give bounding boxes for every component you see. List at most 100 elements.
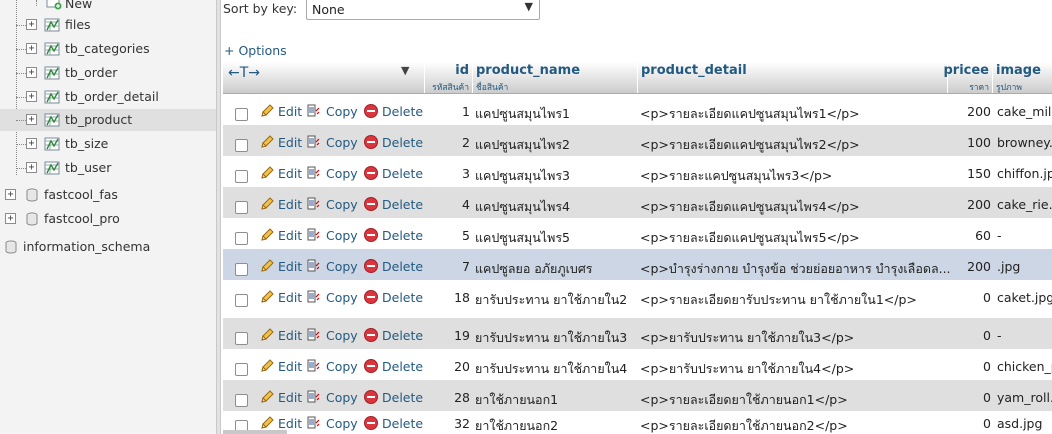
nav-table-item[interactable]: + files <box>0 14 216 36</box>
delete-icon[interactable] <box>363 134 379 150</box>
copy-link[interactable]: Copy <box>326 390 358 405</box>
edit-link[interactable]: Edit <box>278 166 302 181</box>
row-checkbox[interactable] <box>235 170 248 183</box>
nav-item-new[interactable]: New <box>0 0 216 14</box>
row-checkbox[interactable] <box>235 139 248 152</box>
nav-table-item[interactable]: + tb_order_detail <box>0 86 216 108</box>
expand-icon[interactable]: + <box>26 43 37 54</box>
copy-link[interactable]: Copy <box>326 135 358 150</box>
row-checkbox[interactable] <box>235 232 248 245</box>
edit-link[interactable]: Edit <box>278 359 302 374</box>
pencil-icon[interactable] <box>259 358 275 374</box>
delete-link[interactable]: Delete <box>382 166 423 181</box>
expand-icon[interactable]: + <box>5 213 16 224</box>
delete-icon[interactable] <box>363 415 379 431</box>
copy-link[interactable]: Copy <box>326 359 358 374</box>
delete-icon[interactable] <box>363 327 379 343</box>
nav-database-item[interactable]: + fastcool_fas <box>0 184 216 206</box>
table-row[interactable]: Edit Copy Delete 28 ยาใช้ภายนอก1 <p>รายละเอีย… <box>223 380 1052 411</box>
table-row[interactable]: Edit Copy Delete 18 ยารับประทาน ยาใช้ภายใน2 <… <box>223 280 1052 318</box>
delete-link[interactable]: Delete <box>382 416 423 431</box>
edit-link[interactable]: Edit <box>278 390 302 405</box>
column-sort-dropdown-icon[interactable]: ▼ <box>401 64 409 77</box>
pencil-icon[interactable] <box>259 103 275 119</box>
delete-link[interactable]: Delete <box>382 328 423 343</box>
table-row[interactable]: Edit Copy Delete 19 ยารับประทาน ยาใช้ภายใน3 <… <box>223 318 1052 349</box>
delete-icon[interactable] <box>363 358 379 374</box>
delete-link[interactable]: Delete <box>382 359 423 374</box>
edit-link[interactable]: Edit <box>278 104 302 119</box>
row-checkbox[interactable] <box>235 108 248 121</box>
delete-icon[interactable] <box>363 165 379 181</box>
row-checkbox[interactable] <box>235 332 248 345</box>
copy-link[interactable]: Copy <box>326 259 358 274</box>
expand-icon[interactable]: + <box>26 138 37 149</box>
table-row[interactable]: Edit Copy Delete 7 แคปซูลยอ อภัยภูเบศร <p>บำร… <box>223 249 1052 280</box>
copy-icon[interactable] <box>306 258 322 274</box>
table-row[interactable]: Edit Copy Delete 20 ยารับประทาน ยาใช้ภายใน4 <… <box>223 349 1052 380</box>
expand-icon[interactable]: + <box>26 114 37 125</box>
edit-link[interactable]: Edit <box>278 135 302 150</box>
delete-link[interactable]: Delete <box>382 197 423 212</box>
options-toggle-link[interactable]: + Options <box>224 43 287 58</box>
table-row[interactable]: Edit Copy Delete 3 แคปซูนสมุนไพร3 <p>รายละแคป… <box>223 156 1052 187</box>
copy-link[interactable]: Copy <box>326 166 358 181</box>
nav-table-item[interactable]: + tb_categories <box>0 38 216 60</box>
pencil-icon[interactable] <box>259 196 275 212</box>
row-checkbox[interactable] <box>235 201 248 214</box>
header-pricee[interactable]: pricee ราคา <box>943 62 993 93</box>
expand-icon[interactable]: + <box>26 91 37 102</box>
edit-link[interactable]: Edit <box>278 197 302 212</box>
copy-link[interactable]: Copy <box>326 104 358 119</box>
copy-link[interactable]: Copy <box>326 197 358 212</box>
delete-link[interactable]: Delete <box>382 228 423 243</box>
expand-icon[interactable]: + <box>26 162 37 173</box>
header-product-detail[interactable]: product_detail <box>638 62 948 93</box>
nav-table-item[interactable]: + tb_size <box>0 133 216 155</box>
row-checkbox[interactable] <box>235 394 248 407</box>
table-row[interactable]: Edit Copy Delete 4 แคปซูนสมุนไพร4 <p>รายละเอี… <box>223 187 1052 218</box>
nav-database-item[interactable]: + fastcool_pro <box>0 208 216 230</box>
delete-icon[interactable] <box>363 227 379 243</box>
delete-icon[interactable] <box>363 389 379 405</box>
pencil-icon[interactable] <box>259 415 275 431</box>
copy-icon[interactable] <box>306 358 322 374</box>
table-row[interactable]: Edit Copy Delete 32 ยาใช้ภายนอก2 <p>รายละเอีย… <box>223 411 1052 433</box>
pencil-icon[interactable] <box>259 134 275 150</box>
row-checkbox[interactable] <box>235 294 248 307</box>
edit-link[interactable]: Edit <box>278 259 302 274</box>
edit-link[interactable]: Edit <box>278 328 302 343</box>
copy-icon[interactable] <box>306 415 322 431</box>
delete-link[interactable]: Delete <box>382 135 423 150</box>
copy-icon[interactable] <box>306 327 322 343</box>
row-checkbox[interactable] <box>235 363 248 376</box>
nav-table-item[interactable]: + tb_order <box>0 62 216 84</box>
edit-link[interactable]: Edit <box>278 228 302 243</box>
delete-icon[interactable] <box>363 258 379 274</box>
nav-table-item[interactable]: + tb_user <box>0 157 216 179</box>
table-row[interactable]: Edit Copy Delete 5 แคปซูนสมุนไพร5 <p>รายละเอี… <box>223 218 1052 249</box>
copy-icon[interactable] <box>306 196 322 212</box>
delete-link[interactable]: Delete <box>382 259 423 274</box>
column-nav-arrows-icon[interactable]: ←T→ <box>228 65 260 81</box>
table-row[interactable]: Edit Copy Delete 2 แคปซูนสมุนไพร2 <p>รายละเอี… <box>223 125 1052 156</box>
table-row[interactable]: Edit Copy Delete 1 แคปซูนสมุนไพร1 <p>รายละเอี… <box>223 94 1052 125</box>
expand-icon[interactable]: + <box>26 67 37 78</box>
header-image[interactable]: image รูปภาพ <box>993 62 1052 93</box>
pencil-icon[interactable] <box>259 327 275 343</box>
pencil-icon[interactable] <box>259 289 275 305</box>
copy-link[interactable]: Copy <box>326 290 358 305</box>
pencil-icon[interactable] <box>259 165 275 181</box>
copy-icon[interactable] <box>306 389 322 405</box>
delete-icon[interactable] <box>363 196 379 212</box>
delete-link[interactable]: Delete <box>382 390 423 405</box>
copy-icon[interactable] <box>306 103 322 119</box>
edit-link[interactable]: Edit <box>278 290 302 305</box>
edit-link[interactable]: Edit <box>278 416 302 431</box>
nav-database-item[interactable]: information_schema <box>0 236 216 258</box>
copy-icon[interactable] <box>306 165 322 181</box>
expand-icon[interactable]: + <box>5 189 16 200</box>
delete-icon[interactable] <box>363 103 379 119</box>
sort-by-key-select[interactable]: None ▼ <box>306 0 540 20</box>
copy-link[interactable]: Copy <box>326 328 358 343</box>
